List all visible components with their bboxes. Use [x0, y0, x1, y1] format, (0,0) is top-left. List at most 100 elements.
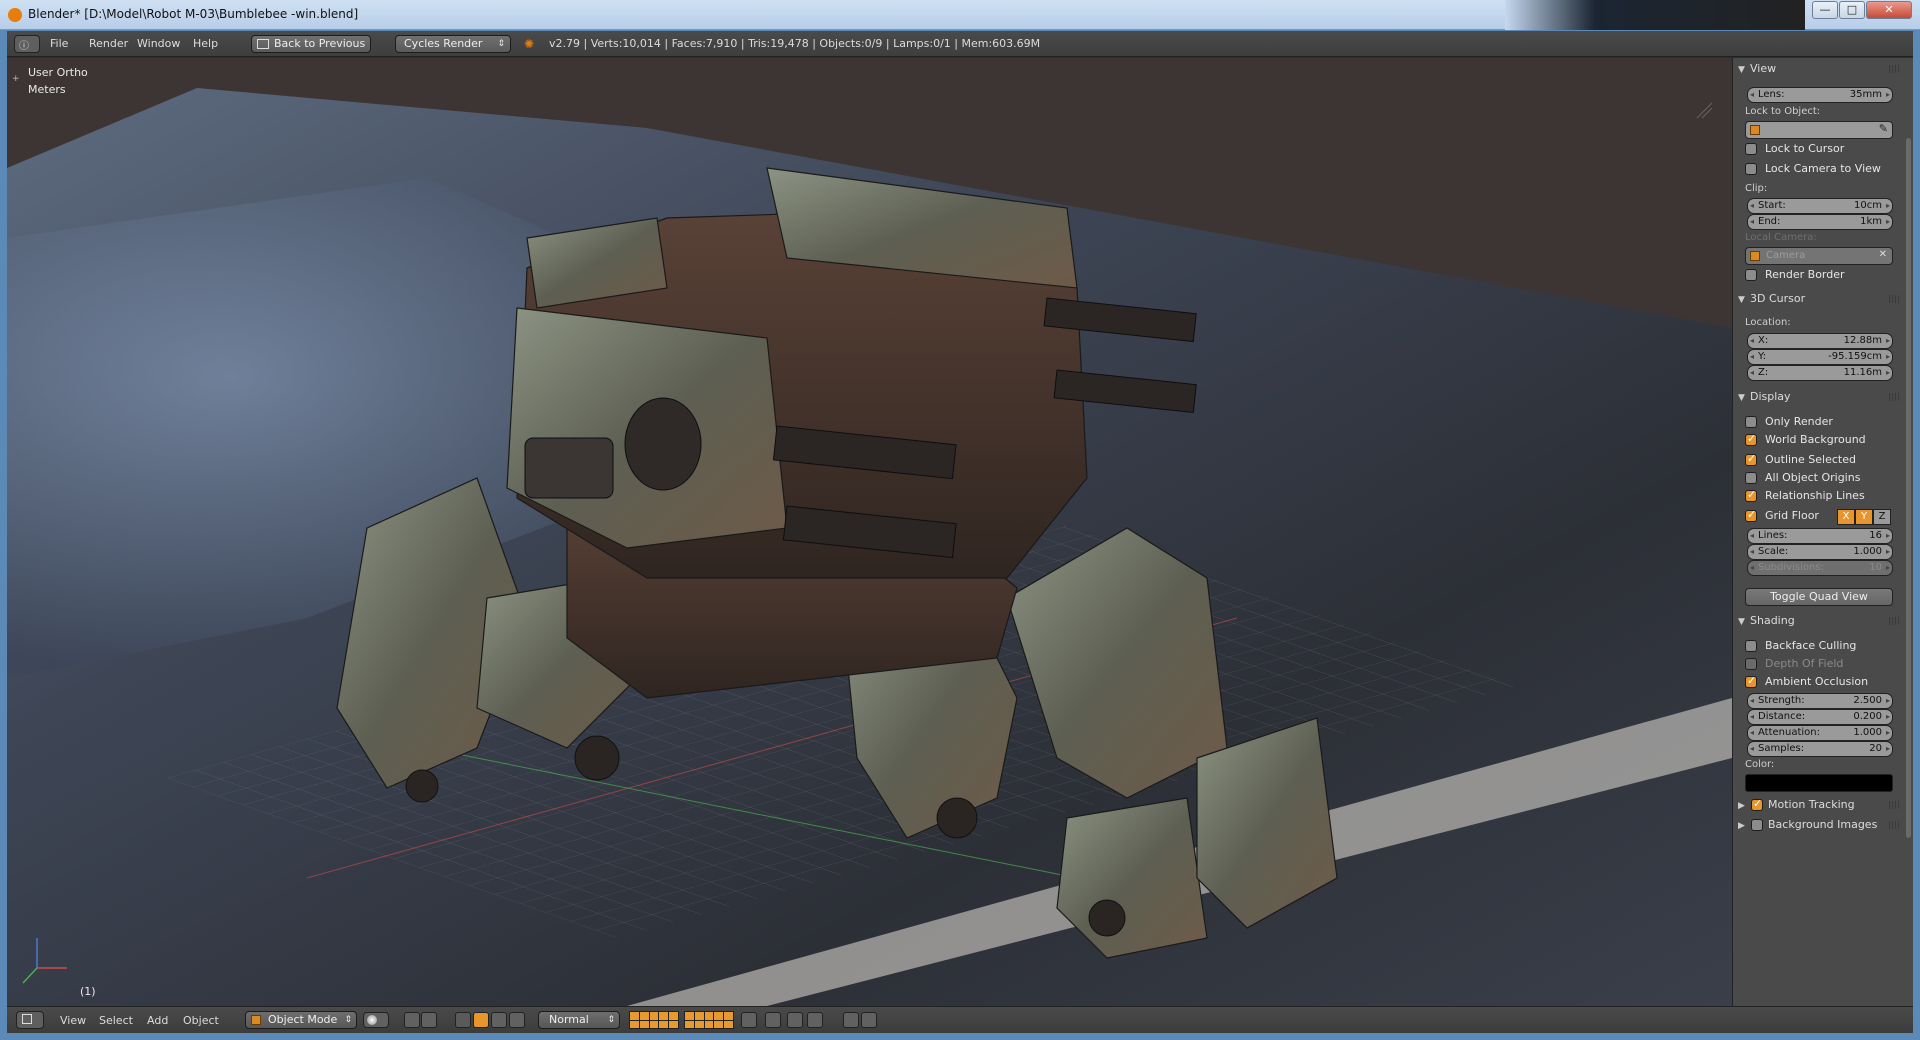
ao-color-swatch[interactable]: [1745, 774, 1893, 792]
snap-element-icon[interactable]: [807, 1012, 823, 1028]
grid-floor-checkbox[interactable]: [1745, 508, 1757, 522]
menu-window[interactable]: Window: [137, 37, 180, 50]
menu-file[interactable]: File: [50, 37, 68, 50]
collapse-triangle-icon: ▼: [1738, 295, 1745, 305]
scale-manipulator-icon[interactable]: [509, 1012, 525, 1028]
pivot-only-origins-icon[interactable]: [421, 1012, 437, 1028]
menu-view[interactable]: View: [60, 1014, 86, 1027]
opengl-render-image-icon[interactable]: [843, 1012, 859, 1028]
lock-to-object-label: Lock to Object:: [1745, 106, 1821, 117]
all-object-origins-checkbox[interactable]: [1745, 472, 1757, 484]
grid-scale-field[interactable]: ◂ Scale: 1.000 ▸: [1747, 544, 1893, 560]
ao-attenuation-field[interactable]: ◂ Attenuation: 1.000 ▸: [1747, 725, 1893, 741]
drag-grip-icon[interactable]: [1889, 295, 1899, 303]
menu-object[interactable]: Object: [183, 1014, 219, 1027]
view-panel-header[interactable]: ▼ View: [1738, 62, 1903, 78]
grid-axis-z-toggle[interactable]: Z: [1873, 509, 1891, 525]
opengl-render-animation-icon[interactable]: [861, 1012, 877, 1028]
layers-group-1[interactable]: [629, 1011, 679, 1029]
proportional-editing-icon[interactable]: [765, 1012, 781, 1028]
viewport-shading-select[interactable]: [363, 1012, 389, 1028]
shading-panel-header[interactable]: ▼ Shading: [1738, 614, 1903, 630]
menu-help[interactable]: Help: [193, 37, 218, 50]
grid-floor-toggle[interactable]: Grid Floor X Y Z: [1745, 508, 1905, 525]
transform-orientation-select[interactable]: Normal ⇕: [538, 1011, 620, 1029]
world-background-label: World Background: [1765, 433, 1866, 446]
cursor-y-field[interactable]: ◂ Y: -95.159cm ▸: [1747, 349, 1893, 365]
grid-subdivisions-field[interactable]: ◂ Subdivisions: 10 ▸: [1747, 560, 1893, 576]
increment-arrow-icon: ▸: [1885, 696, 1890, 705]
outline-selected-checkbox[interactable]: [1745, 452, 1757, 466]
display-panel-header[interactable]: ▼ Display: [1738, 390, 1903, 406]
lock-camera-checkbox[interactable]: [1745, 163, 1757, 175]
local-camera-label: Local Camera:: [1745, 232, 1817, 243]
manipulator-toggle-icon[interactable]: [455, 1012, 471, 1028]
increment-arrow-icon: ▸: [1885, 352, 1890, 361]
grid-floor-label: Grid Floor: [1765, 509, 1819, 522]
menu-add[interactable]: Add: [147, 1014, 168, 1027]
pivot-point-icon[interactable]: [404, 1012, 420, 1028]
only-render-label: Only Render: [1765, 415, 1833, 428]
motion-tracking-panel-header[interactable]: ▶ Motion Tracking: [1738, 797, 1903, 814]
increment-arrow-icon: ▸: [1885, 90, 1890, 99]
cursor-x-field[interactable]: ◂ X: 12.88m ▸: [1747, 333, 1893, 349]
editor-type-info-button[interactable]: ⓘ: [14, 35, 40, 53]
clip-start-field[interactable]: ◂ Start: 10cm ▸: [1747, 198, 1893, 214]
motion-tracking-checkbox[interactable]: [1751, 797, 1763, 811]
rotate-manipulator-icon[interactable]: [491, 1012, 507, 1028]
maximize-button[interactable]: □: [1839, 1, 1865, 19]
viewport-render: [7, 58, 1732, 1006]
toggle-quad-view-button[interactable]: Toggle Quad View: [1745, 588, 1893, 606]
menu-select[interactable]: Select: [99, 1014, 133, 1027]
ao-strength-field[interactable]: ◂ Strength: 2.500 ▸: [1747, 693, 1893, 709]
drag-grip-icon[interactable]: [1889, 617, 1899, 625]
backface-culling-checkbox[interactable]: [1745, 640, 1757, 652]
depth-of-field-checkbox[interactable]: [1745, 658, 1757, 670]
render-engine-select[interactable]: Cycles Render ⇕: [395, 35, 511, 53]
ao-distance-label: Distance:: [1758, 711, 1806, 722]
all-object-origins-label: All Object Origins: [1765, 471, 1861, 484]
clip-end-field[interactable]: ◂ End: 1km ▸: [1747, 214, 1893, 230]
interaction-mode-select[interactable]: Object Mode ⇕: [245, 1011, 357, 1029]
drag-grip-icon[interactable]: [1889, 821, 1899, 829]
3d-viewport[interactable]: User Ortho Meters + (1): [7, 58, 1732, 1006]
background-images-panel-header[interactable]: ▶ Background Images: [1738, 818, 1903, 834]
back-to-previous-button[interactable]: Back to Previous: [251, 35, 371, 53]
drag-grip-icon[interactable]: [1889, 393, 1899, 401]
translate-manipulator-icon[interactable]: [473, 1012, 489, 1028]
close-window-button[interactable]: ✕: [1866, 1, 1912, 19]
3d-cursor-panel-header[interactable]: ▼ 3D Cursor: [1738, 292, 1903, 308]
local-camera-field[interactable]: Camera ✕: [1745, 247, 1893, 265]
cursor-z-field[interactable]: ◂ Z: 11.16m ▸: [1747, 365, 1893, 381]
relationship-lines-checkbox[interactable]: [1745, 488, 1757, 502]
lock-layers-icon[interactable]: [741, 1012, 757, 1028]
ao-samples-field[interactable]: ◂ Samples: 20 ▸: [1747, 741, 1893, 757]
clip-end-value: 1km: [1860, 216, 1882, 227]
layers-group-2[interactable]: [684, 1011, 734, 1029]
grid-axis-y-toggle[interactable]: Y: [1855, 509, 1873, 525]
lock-to-cursor-checkbox[interactable]: [1745, 143, 1757, 155]
ambient-occlusion-checkbox[interactable]: [1745, 674, 1757, 688]
menu-render[interactable]: Render: [89, 37, 128, 50]
cursor-z-label: Z:: [1758, 367, 1769, 378]
lens-field[interactable]: ◂ Lens: 35mm ▸: [1747, 87, 1893, 103]
render-border-checkbox[interactable]: [1745, 269, 1757, 281]
ao-distance-field[interactable]: ◂ Distance: 0.200 ▸: [1747, 709, 1893, 725]
grid-axis-x-toggle[interactable]: X: [1837, 509, 1855, 525]
only-render-checkbox[interactable]: [1745, 416, 1757, 428]
snap-toggle-icon[interactable]: [787, 1012, 803, 1028]
background-images-checkbox[interactable]: [1751, 819, 1763, 831]
drag-grip-icon[interactable]: [1889, 801, 1899, 809]
increment-arrow-icon: ▸: [1885, 744, 1890, 753]
ao-strength-label: Strength:: [1758, 695, 1805, 706]
properties-scrollbar[interactable]: [1906, 138, 1911, 838]
drag-grip-icon[interactable]: [1889, 65, 1899, 73]
world-background-checkbox[interactable]: [1745, 432, 1757, 446]
lock-object-field[interactable]: ✎: [1745, 121, 1893, 139]
minimize-button[interactable]: —: [1812, 1, 1838, 19]
eyedropper-icon[interactable]: ✎: [1879, 122, 1888, 135]
grid-lines-field[interactable]: ◂ Lines: 16 ▸: [1747, 528, 1893, 544]
tool-shelf-toggle-icon[interactable]: +: [12, 74, 20, 84]
clear-camera-icon[interactable]: ✕: [1879, 249, 1887, 260]
editor-type-3d-view-button[interactable]: [16, 1011, 44, 1029]
